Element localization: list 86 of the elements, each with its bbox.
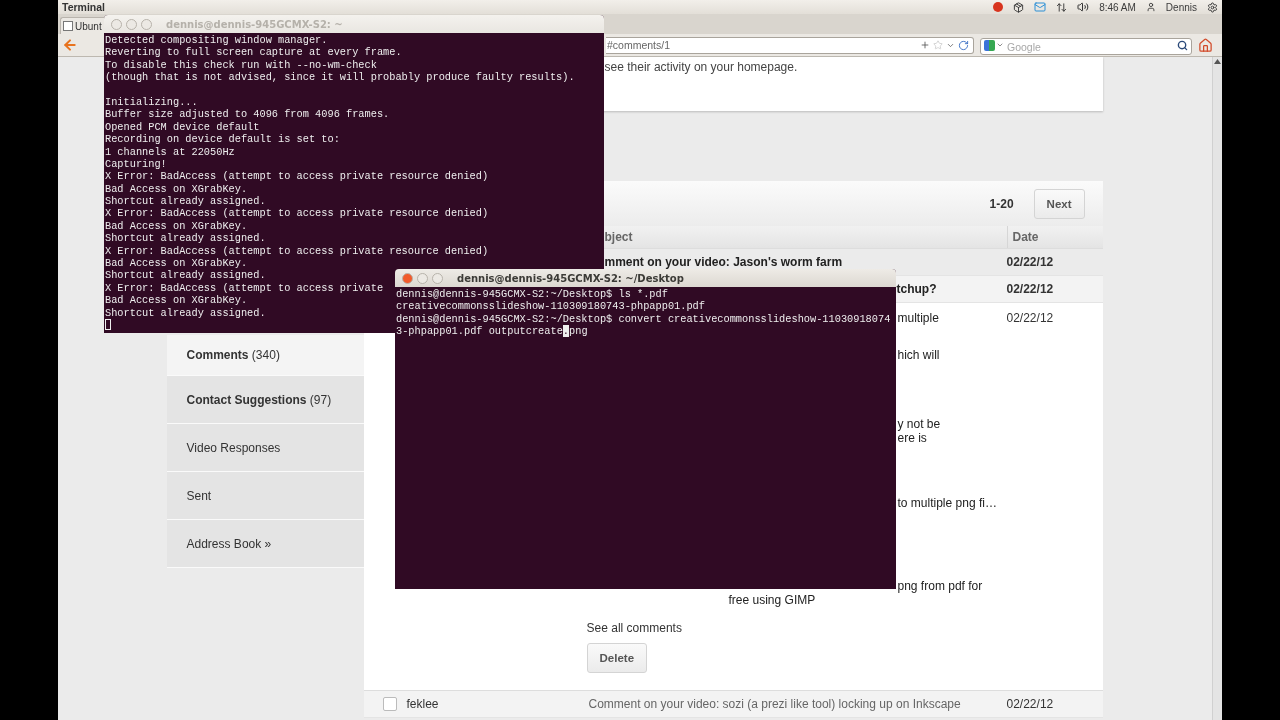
terminal-line: Shortcut already assigned. [105, 306, 266, 319]
minimize-button[interactable] [126, 18, 137, 30]
date-cell-text: 02/22/12 [1006, 255, 1055, 269]
next-button[interactable]: Next [1033, 188, 1085, 219]
sidebar-item[interactable]: Video Responses [166, 424, 364, 472]
date-cell-text: 02/22/12 [1006, 282, 1055, 296]
message-row[interactable]: feklee Comment on your video: sozi (a prezi like tool) locking up on Inkscape 02/22/12 [363, 691, 1103, 718]
search-engine-icon[interactable] [984, 39, 995, 51]
plus-icon[interactable] [920, 40, 930, 50]
back-button[interactable] [62, 37, 78, 53]
row-checkbox[interactable] [382, 697, 397, 711]
terminal-line: Capturing! [105, 157, 167, 171]
terminal-line: Shortcut already assigned. [105, 232, 266, 245]
subject-cell: tchup? [896, 282, 937, 296]
scrollbar[interactable] [1212, 57, 1222, 720]
message-row[interactable]: tchup? 02/22/12 [895, 276, 1103, 303]
sidebar-item[interactable]: Comments (340) [166, 335, 364, 376]
date-cell-text: 02/22/12 [1006, 311, 1055, 325]
maximize-button[interactable] [141, 18, 152, 30]
subject-cell: mment on your video: Jason's worm farm [604, 255, 843, 269]
terminal-line: dennis@dennis-945GCMX-S2:~/Desktop$ convert creativecommonsslideshow-11030918074 [396, 312, 891, 326]
comment-text: y not be [897, 417, 941, 431]
sender-cell-text: feklee [406, 697, 440, 711]
terminal-line: Initializing... [105, 95, 198, 109]
comment-text: ere is [897, 431, 927, 445]
terminal-line: Buffer size adjusted to 4096 from 4096 frames. [105, 108, 390, 121]
terminal-line: dennis@dennis-945GCMX-S2:~/Desktop$ ls *.pdf [396, 288, 668, 301]
maximize-button[interactable] [432, 272, 443, 284]
delete-button[interactable]: Delete [586, 643, 648, 673]
minimize-button[interactable] [417, 272, 428, 284]
terminal-line: To disable this check run with --no-wm-check [105, 58, 377, 72]
notice-text: see their activity on your homepage. [604, 60, 798, 74]
search-icon[interactable] [1177, 39, 1188, 51]
comment-text: multiple [897, 311, 939, 325]
sidebar-item[interactable]: Sent [166, 472, 364, 520]
terminal-line: Shortcut already assigned. [105, 269, 266, 282]
terminal-line: Bad Access on XGrabKey. [105, 294, 248, 307]
close-button[interactable] [402, 272, 413, 284]
terminal-line: Bad Access on XGrabKey. [105, 182, 248, 196]
page-range: 1-20 [989, 196, 1014, 211]
comment-text: png from pdf for [897, 579, 983, 593]
window-title: dennis@dennis-945GCMX-S2: ~ [166, 18, 343, 30]
terminal-line: X Error: BadAccess (attempt to access private resource denied) [105, 207, 489, 220]
home-icon[interactable] [1198, 37, 1213, 53]
page-icon [63, 21, 73, 31]
table-header: bject Date [603, 226, 1103, 249]
terminal-line: X Error: BadAccess (attempt to access private resource denied) [105, 170, 489, 183]
settings-icon[interactable] [1207, 1, 1218, 13]
see-all-link[interactable]: See all comments [586, 621, 682, 635]
terminal-line: 3-phpapp01.pdf outputcreate.png [396, 325, 588, 338]
terminal-line: X Error: BadAccess (attempt to access private [105, 281, 384, 295]
sidebar-item[interactable]: Contact Suggestions (97) [166, 376, 364, 424]
comment-text: to multiple png fi… [897, 496, 997, 510]
subject-cell: Comment on your video: sozi (a prezi like tool) locking up on Inkscape [588, 697, 961, 711]
app-title: Terminal [62, 1, 105, 13]
clock[interactable]: 8:46 AM [1099, 1, 1136, 13]
close-button[interactable] [111, 18, 122, 30]
notification-icon[interactable] [993, 2, 1004, 12]
terminal-line: Recording on device default is set to: [105, 133, 340, 146]
reload-icon[interactable] [958, 39, 969, 51]
window-title: dennis@dennis-945GCMX-S2: ~/Desktop [457, 272, 684, 284]
user-icon[interactable] [1145, 2, 1156, 12]
browser-tab[interactable]: Ubunt [60, 17, 104, 34]
user-name[interactable]: Dennis [1165, 1, 1197, 13]
terminal-line: (though that is not advised, since it will probably produce faulty results). [105, 71, 575, 84]
terminal-line: Opened PCM device default [105, 120, 260, 134]
terminal-line: Detected compositing window manager. [105, 34, 328, 47]
date-cell-text: 02/22/12 [1006, 697, 1055, 711]
address-field[interactable]: #comments/1 [606, 36, 974, 54]
terminal-line: 1 channels at 22050Hz [105, 145, 235, 158]
mail-icon[interactable] [1034, 1, 1047, 13]
terminal-line: Bad Access on XGrabKey. [105, 257, 248, 270]
up-arrow-icon[interactable] [1214, 59, 1221, 64]
volume-icon[interactable] [1077, 1, 1090, 13]
comment-text: hich will [897, 348, 940, 362]
sidebar-item[interactable]: Address Book » [166, 520, 364, 568]
star-icon[interactable] [933, 40, 943, 50]
terminal-line: Bad Access on XGrabKey. [105, 219, 248, 233]
terminal-line: Shortcut already assigned. [105, 195, 266, 208]
terminal-line: creativecommonsslideshow-110309180743-phpapp01.pdf [396, 300, 705, 313]
network-icon[interactable] [1056, 1, 1068, 13]
search-field[interactable]: Google [980, 38, 1192, 55]
terminal-line: X Error: BadAccess (attempt to access private resource denied) [105, 244, 489, 258]
box-icon[interactable] [1013, 1, 1025, 13]
terminal-line: Reverting to full screen capture at every frame. [105, 46, 402, 59]
comment-text: free using GIMP [728, 593, 816, 607]
